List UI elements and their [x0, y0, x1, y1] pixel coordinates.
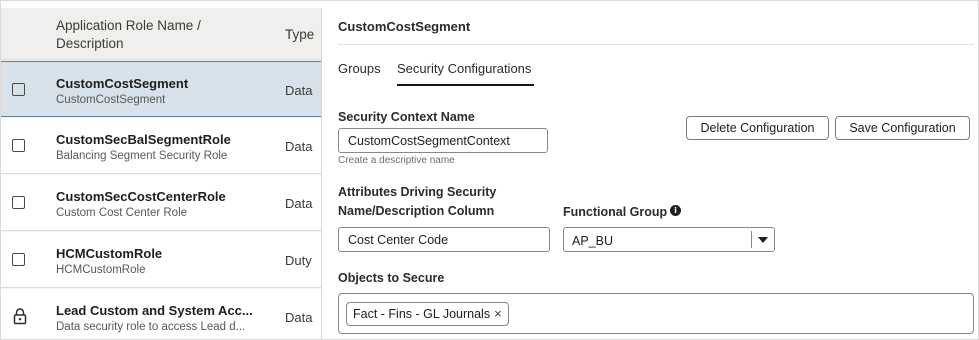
security-context-name-input[interactable]	[338, 128, 548, 153]
security-context-label: Security Context Name	[338, 110, 475, 124]
info-icon[interactable]: i	[670, 205, 681, 216]
close-icon[interactable]: ×	[494, 306, 502, 321]
role-title: CustomSecBalSegmentRole	[56, 132, 231, 147]
checkbox-icon[interactable]	[12, 139, 25, 152]
role-row-lead-custom-system-access[interactable]: Lead Custom and System Acc... Data secur…	[1, 289, 321, 339]
role-row-customseccostcenterrole[interactable]: CustomSecCostCenterRole Custom Cost Cent…	[1, 175, 321, 231]
role-description: Balancing Segment Security Role	[56, 150, 228, 162]
role-title: CustomCostSegment	[56, 76, 189, 91]
delete-configuration-button[interactable]: Delete Configuration	[686, 116, 829, 140]
checkbox-icon[interactable]	[12, 253, 25, 266]
objects-to-secure-label: Objects to Secure	[338, 271, 445, 285]
role-type: Data	[285, 310, 313, 325]
chevron-down-icon[interactable]	[758, 237, 768, 243]
role-title: CustomSecCostCenterRole	[56, 189, 226, 204]
role-description: Data security role to access Lead d...	[56, 321, 246, 333]
role-row-hcmcustomrole[interactable]: HCMCustomRole HCMCustomRole Duty	[1, 232, 321, 288]
functional-group-value: AP_BU	[572, 234, 613, 248]
tab-groups[interactable]: Groups	[338, 61, 381, 76]
role-title: Lead Custom and System Acc...	[56, 303, 253, 318]
detail-title: CustomCostSegment	[338, 19, 471, 34]
functional-group-label: Functional Group	[563, 205, 668, 219]
select-divider	[751, 231, 752, 248]
role-title: HCMCustomRole	[56, 246, 163, 261]
objects-to-secure-input[interactable]: Fact - Fins - GL Journals ×	[338, 293, 974, 334]
active-tab-indicator	[397, 84, 534, 86]
functional-group-select[interactable]: AP_BU	[563, 227, 775, 252]
role-type: Data	[285, 139, 313, 154]
title-divider	[338, 44, 974, 45]
role-list: Application Role Name / Description Type…	[1, 8, 322, 339]
role-row-customsecbalsegmentrole[interactable]: CustomSecBalSegmentRole Balancing Segmen…	[1, 118, 321, 174]
tab-security-configurations[interactable]: Security Configurations	[397, 61, 531, 76]
lock-icon	[13, 308, 27, 325]
column-header-type[interactable]: Type	[285, 27, 314, 42]
save-configuration-button[interactable]: Save Configuration	[835, 116, 970, 140]
object-chip-label: Fact - Fins - GL Journals	[353, 307, 491, 321]
role-type: Data	[285, 196, 313, 211]
attributes-section-label: Attributes Driving Security	[338, 185, 497, 199]
role-type: Data	[285, 83, 313, 98]
role-row-customcostsegment[interactable]: CustomCostSegment CustomCostSegment Data	[1, 61, 321, 117]
name-description-column-label: Name/Description Column	[338, 204, 495, 218]
security-context-hint: Create a descriptive name	[338, 155, 455, 166]
checkbox-icon[interactable]	[12, 196, 25, 209]
name-description-column-input[interactable]	[338, 227, 550, 252]
object-chip: Fact - Fins - GL Journals ×	[346, 302, 509, 326]
role-list-header: Application Role Name / Description Type	[1, 8, 321, 60]
role-description: Custom Cost Center Role	[56, 207, 188, 219]
role-description: HCMCustomRole	[56, 264, 146, 276]
role-description: CustomCostSegment	[56, 94, 166, 106]
checkbox-icon[interactable]	[12, 83, 25, 96]
column-header-name[interactable]: Application Role Name / Description	[56, 17, 256, 53]
role-type: Duty	[285, 253, 312, 268]
